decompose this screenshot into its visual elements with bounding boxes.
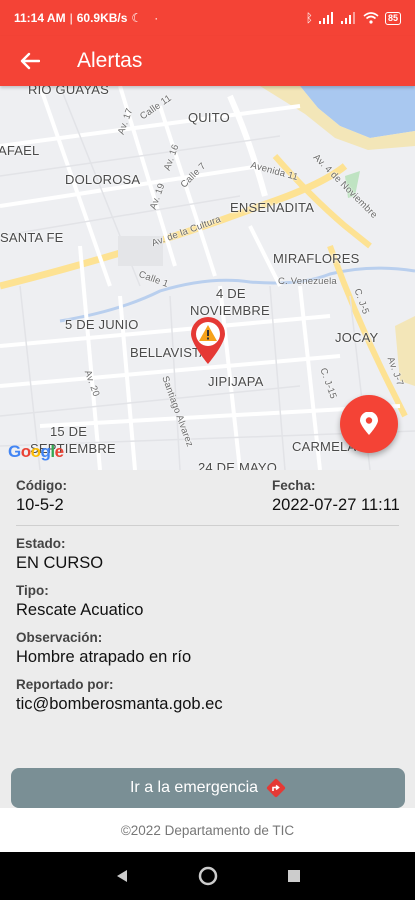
map-label: RIO GUAYAS	[28, 86, 109, 97]
go-to-emergency-label: Ir a la emergencia	[129, 779, 259, 796]
codigo-value: 10-5-2	[16, 496, 64, 514]
observacion-label: Observación:	[16, 630, 103, 645]
dot-icon: ·	[154, 11, 159, 25]
tipo-value: Rescate Acuatico	[16, 601, 144, 619]
signal-icon	[318, 12, 333, 24]
google-logo: Google	[8, 442, 64, 461]
system-nav-bar	[0, 852, 415, 900]
tipo-section: Tipo: Rescate Acuatico	[16, 583, 399, 620]
fecha-label: Fecha:	[272, 478, 316, 493]
status-bar: 11:14 AM | 60.9KB/s ☾ · ᛒ 85	[0, 0, 415, 36]
arrow-left-icon	[20, 52, 40, 70]
map-label: MIRAFLORES	[273, 251, 360, 266]
map-label: 15 DE	[50, 424, 88, 439]
observacion-value: Hombre atrapado en río	[16, 648, 192, 666]
codigo-label: Código:	[16, 478, 67, 493]
bluetooth-icon: ᛒ	[305, 11, 313, 25]
map-label: 5 DE JUNIO	[65, 317, 139, 332]
map-label: AFAEL	[0, 143, 40, 158]
reportado-value: tic@bomberosmanta.gob.ec	[16, 695, 223, 713]
alert-marker-icon[interactable]	[188, 316, 228, 366]
code-date-row: Código: 10-5-2 Fecha: 2022-07-27 11:11	[16, 470, 400, 526]
estado-label: Estado:	[16, 536, 66, 551]
street-label: C. Venezuela	[278, 276, 337, 287]
location-button[interactable]	[340, 395, 398, 453]
nav-home-icon[interactable]	[198, 866, 218, 886]
nav-back-icon[interactable]	[114, 868, 130, 884]
codigo-section: Código: 10-5-2	[16, 478, 67, 515]
map-label: JIPIJAPA	[208, 374, 264, 389]
map-label: JOCAY	[335, 330, 379, 345]
nav-recents-icon[interactable]	[287, 869, 301, 883]
tipo-label: Tipo:	[16, 583, 49, 598]
app-bar: Alertas	[0, 36, 415, 86]
estado-value: EN CURSO	[16, 554, 104, 572]
battery-icon: 85	[384, 11, 401, 25]
alert-details: Código: 10-5-2 Fecha: 2022-07-27 11:11 E…	[0, 470, 415, 714]
map-label: SANTA FE	[0, 230, 64, 245]
directions-icon	[266, 778, 286, 798]
footer-text: ©2022 Departamento de TIC	[120, 822, 295, 838]
reportado-label: Reportado por:	[16, 677, 114, 692]
go-to-emergency-button[interactable]: Ir a la emergencia	[11, 768, 405, 808]
map-label: QUITO	[188, 110, 230, 125]
location-pin-icon	[360, 412, 378, 435]
map-label: 4 DE	[216, 286, 246, 301]
map-label: 24 DE MAYO	[198, 460, 278, 470]
status-time: 11:14 AM	[14, 11, 66, 25]
fecha-value: 2022-07-27 11:11	[272, 496, 400, 514]
observacion-section: Observación: Hombre atrapado en río	[16, 630, 399, 667]
back-button[interactable]	[0, 36, 60, 86]
map-label: DOLOROSA	[65, 172, 141, 187]
page-title: Alertas	[77, 49, 143, 72]
moon-icon: ☾	[131, 11, 143, 25]
fecha-section: Fecha: 2022-07-27 11:11	[272, 478, 400, 515]
estado-section: Estado: EN CURSO	[16, 536, 399, 573]
map-label: ENSENADITA	[230, 200, 315, 215]
wifi-icon	[363, 12, 379, 24]
reportado-section: Reportado por: tic@bomberosmanta.gob.ec	[16, 677, 399, 714]
signal-icon-2	[340, 12, 355, 24]
network-speed: 60.9KB/s	[76, 11, 128, 25]
footer: ©2022 Departamento de TIC	[0, 808, 415, 852]
